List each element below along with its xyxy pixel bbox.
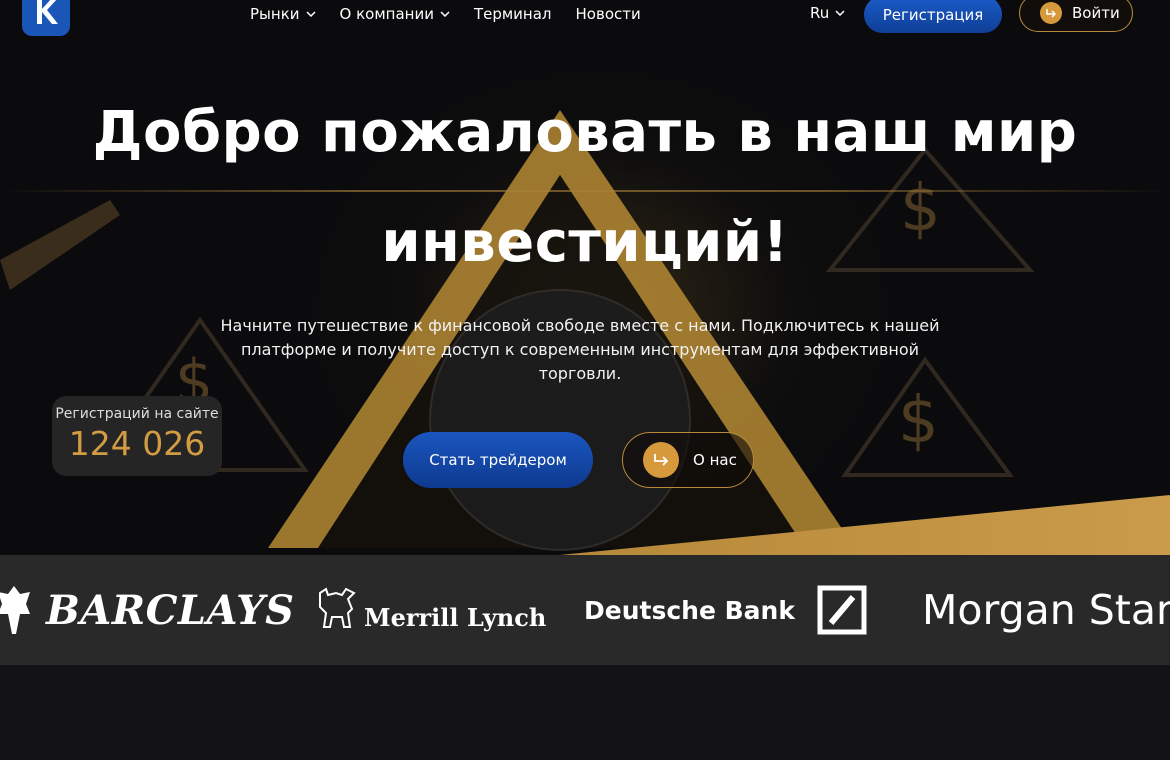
partners-strip: BARCLAYS Merrill Lynch Deutsche Bank Mor… [0, 555, 1170, 665]
login-arrow-icon [1040, 2, 1062, 24]
partner-deutsche-bank: Deutsche Bank [584, 555, 867, 665]
nav-markets-label: Рынки [250, 5, 300, 23]
register-button-label: Регистрация [882, 5, 984, 24]
nav-about-company-label: О компании [339, 5, 434, 23]
become-trader-button[interactable]: Стать трейдером [403, 432, 593, 488]
hero-title-line2: инвестиций! [381, 210, 789, 275]
chevron-down-icon [305, 11, 316, 17]
login-button-label: Войти [1072, 4, 1120, 22]
nav-terminal[interactable]: Терминал [474, 5, 552, 23]
hero-subtitle: Начните путешествие к финансовой свободе… [220, 316, 940, 383]
morgan-stanley-wordmark: Morgan Stanl [922, 586, 1170, 634]
next-section-background [0, 665, 1170, 760]
barclays-wordmark: BARCLAYS [46, 586, 295, 634]
chevron-down-icon [440, 11, 450, 17]
language-label: Ru [810, 4, 830, 22]
hero-title: Добро пожаловать в наш мир инвестиций! [0, 78, 1170, 298]
registrations-label: Регистраций на сайте [55, 406, 219, 422]
partner-barclays: BARCLAYS [0, 555, 295, 665]
main-nav: Рынки О компании Терминал Новости [250, 0, 641, 28]
about-arrow-icon [643, 442, 679, 478]
about-us-label: О нас [693, 451, 737, 469]
become-trader-label: Стать трейдером [429, 451, 567, 469]
nav-markets[interactable]: Рынки [250, 5, 316, 23]
merrill-bull-icon [319, 587, 356, 628]
deutsche-bank-slash-icon [817, 585, 867, 635]
partner-morgan-stanley: Morgan Stanl [922, 555, 1170, 665]
language-selector[interactable]: Ru [810, 4, 845, 22]
hero-title-line1: Добро пожаловать в наш мир [92, 100, 1078, 165]
merrill-lynch-wordmark: Merrill Lynch [364, 602, 547, 632]
dollar-glyph-2: $ [898, 384, 939, 458]
barclays-eagle-icon [0, 586, 30, 634]
register-button[interactable]: Регистрация [864, 0, 1002, 33]
nav-about-company[interactable]: О компании [340, 5, 450, 23]
partner-merrill-lynch: Merrill Lynch [316, 555, 546, 665]
site-header: Рынки О компании Терминал Новости Ru Рег… [0, 0, 1170, 36]
nav-news[interactable]: Новости [576, 5, 641, 23]
logo-k-icon [37, 0, 58, 24]
login-button[interactable]: Войти [1019, 0, 1133, 32]
registrations-count: 124 026 [68, 424, 206, 463]
nav-news-label: Новости [575, 5, 641, 23]
about-us-button[interactable]: О нас [622, 432, 754, 488]
chevron-down-icon [835, 10, 845, 16]
registrations-stat-card: Регистраций на сайте 124 026 [52, 396, 222, 476]
site-logo[interactable] [22, 0, 70, 36]
nav-terminal-label: Терминал [473, 5, 552, 23]
deutsche-bank-wordmark: Deutsche Bank [584, 595, 795, 625]
